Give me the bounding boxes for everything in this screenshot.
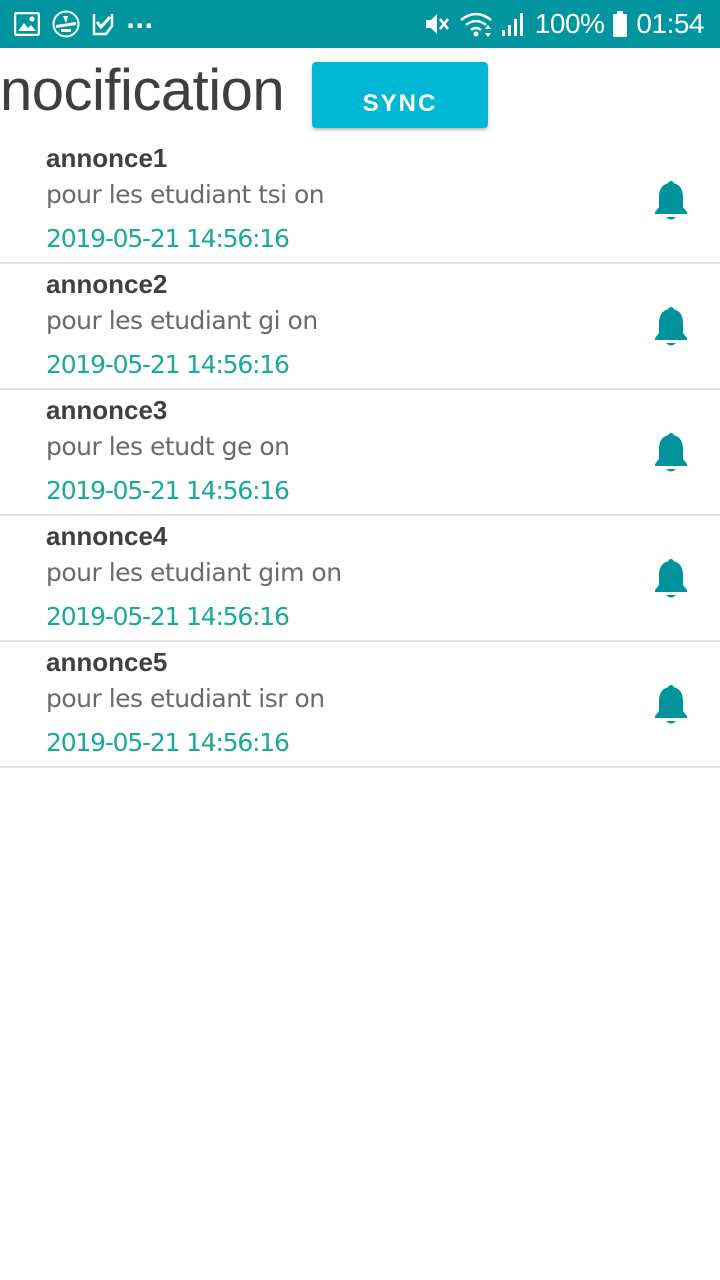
list-item[interactable]: annonce4 pour les etudiant gim on 2019-0… xyxy=(0,516,720,642)
app-icon xyxy=(52,10,80,38)
notification-title: annonce4 xyxy=(46,521,168,551)
bell-icon xyxy=(655,307,687,346)
gallery-icon xyxy=(14,12,40,36)
task-icon xyxy=(92,14,114,36)
status-bar: ... 100% 01:54 xyxy=(0,0,720,48)
notification-title: annonce1 xyxy=(46,143,168,173)
status-overflow: ... xyxy=(126,6,154,34)
notification-date: 2019-05-21 14:56:16 xyxy=(46,476,290,505)
battery-percent: 100% xyxy=(534,8,605,39)
list-item[interactable]: annonce2 pour les etudiant gi on 2019-05… xyxy=(0,264,720,390)
bell-icon xyxy=(655,685,687,724)
notification-body: pour les etudiant gim on xyxy=(46,558,342,587)
notification-body: pour les etudiant isr on xyxy=(46,684,325,713)
list-item[interactable]: annonce3 pour les etudt ge on 2019-05-21… xyxy=(0,390,720,516)
sync-button[interactable]: SYNC xyxy=(312,62,488,128)
notification-body: pour les etudt ge on xyxy=(46,432,290,461)
notification-date: 2019-05-21 14:56:16 xyxy=(46,728,290,757)
notification-date: 2019-05-21 14:56:16 xyxy=(46,350,290,379)
signal-icon xyxy=(501,13,523,36)
bell-icon xyxy=(655,181,687,220)
bell-icon xyxy=(655,433,687,472)
status-bar-left: ... xyxy=(14,6,165,38)
notification-date: 2019-05-21 14:56:16 xyxy=(46,602,290,631)
notification-title: annonce5 xyxy=(46,647,168,677)
wifi-icon xyxy=(460,12,492,37)
notification-title: annonce2 xyxy=(46,269,168,299)
bell-icon xyxy=(655,559,687,598)
notification-body: pour les etudiant tsi on xyxy=(46,180,325,209)
notification-title: annonce3 xyxy=(46,395,168,425)
notification-list: annonce1 pour les etudiant tsi on 2019-0… xyxy=(0,138,720,768)
list-item[interactable]: annonce5 pour les etudiant isr on 2019-0… xyxy=(0,642,720,768)
battery-icon xyxy=(613,11,628,37)
notification-date: 2019-05-21 14:56:16 xyxy=(46,224,290,253)
page-title: nocification xyxy=(0,58,285,123)
status-bar-right: 100% 01:54 xyxy=(415,8,704,40)
status-time: 01:54 xyxy=(636,8,704,39)
notification-body: pour les etudiant gi on xyxy=(46,306,318,335)
sync-button-label: SYNC xyxy=(362,90,438,117)
list-item[interactable]: annonce1 pour les etudiant tsi on 2019-0… xyxy=(0,138,720,264)
mute-icon xyxy=(425,14,449,34)
